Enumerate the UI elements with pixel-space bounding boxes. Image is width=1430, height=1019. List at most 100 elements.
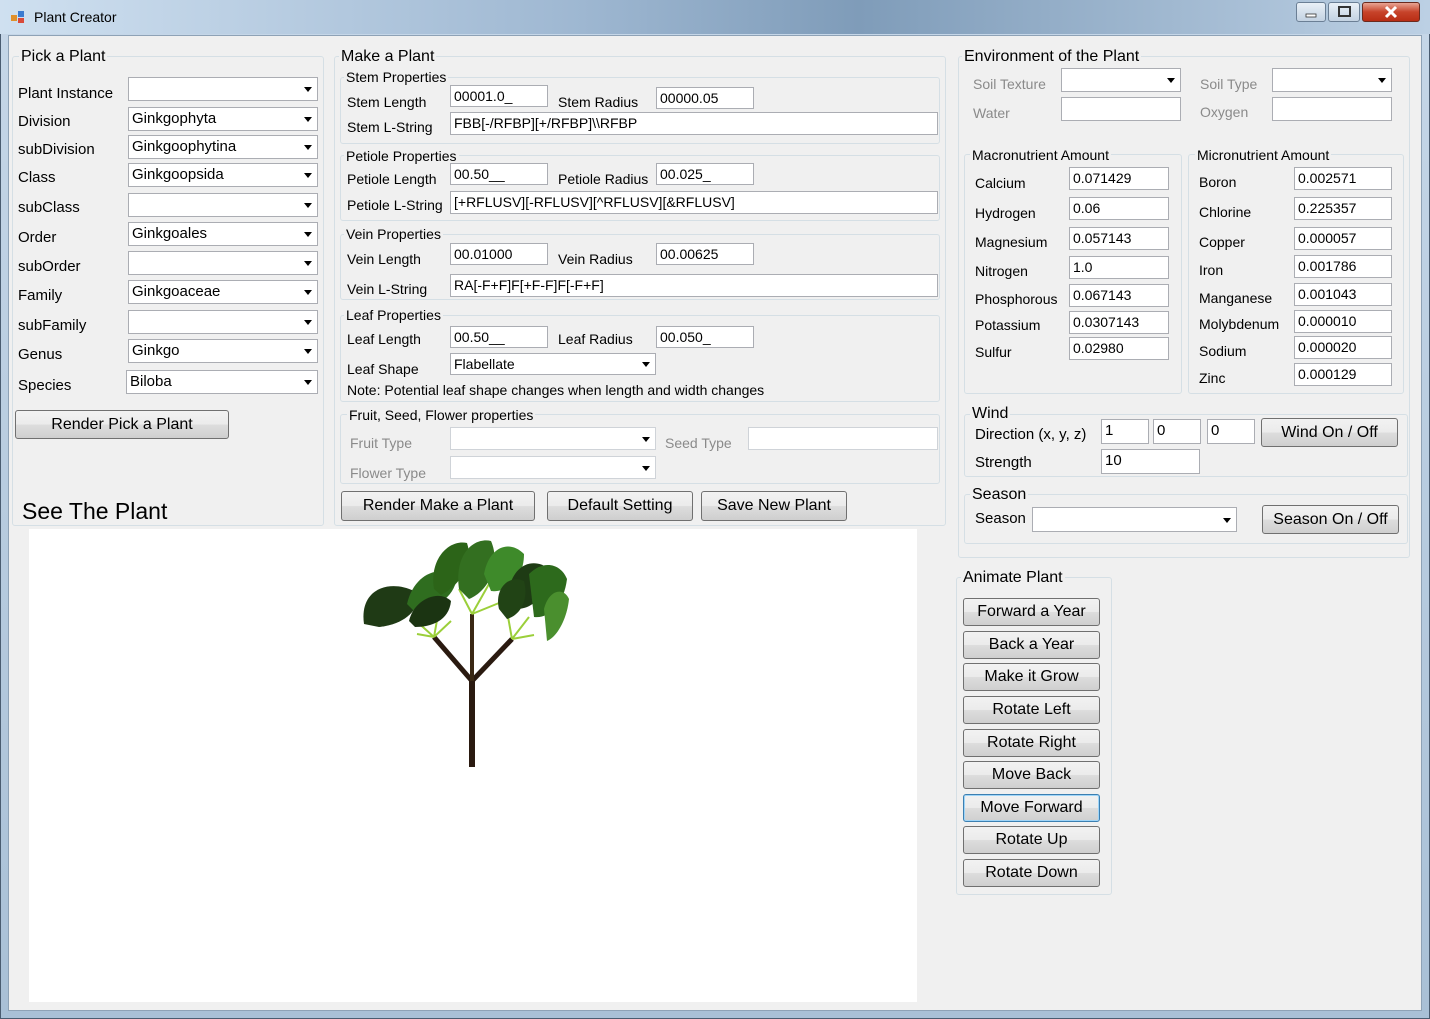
sodium-input[interactable]: 0.000020 [1294, 336, 1392, 359]
window-title: Plant Creator [34, 9, 117, 25]
back-a-year-button[interactable]: Back a Year [963, 631, 1100, 659]
fruit-type-select[interactable] [450, 427, 656, 450]
sulfur-input[interactable]: 0.02980 [1069, 337, 1169, 360]
vein-length-input[interactable]: 00.01000 [450, 243, 548, 265]
magnesium-input[interactable]: 0.057143 [1069, 227, 1169, 250]
family-select[interactable]: Ginkgoaceae [128, 280, 318, 304]
plant-instance-select[interactable] [128, 77, 318, 101]
stem-radius-label: Stem Radius [558, 94, 639, 110]
genus-select[interactable]: Ginkgo [128, 339, 318, 363]
potassium-input[interactable]: 0.0307143 [1069, 311, 1169, 334]
wind-toggle-button[interactable]: Wind On / Off [1261, 418, 1398, 447]
wind-direction-label: Direction (x, y, z) [975, 426, 1087, 443]
stem-lstring-input[interactable]: FBB[-/RFBP][+/RFBP]\\RFBP [450, 112, 938, 135]
dropdown-arrow-icon [304, 349, 312, 354]
water-input[interactable] [1061, 97, 1181, 121]
plant-render [363, 540, 569, 767]
stem-length-label: Stem Length [347, 94, 427, 110]
species-select[interactable]: Biloba [126, 370, 318, 394]
move-forward-button[interactable]: Move Forward [963, 794, 1100, 822]
close-button[interactable] [1362, 2, 1420, 22]
oxygen-input[interactable] [1272, 97, 1392, 121]
season-toggle-button[interactable]: Season On / Off [1262, 505, 1399, 534]
soil-texture-select[interactable] [1061, 68, 1181, 92]
minimize-icon [1305, 13, 1317, 18]
petiole-length-input[interactable]: 00.50__ [450, 163, 548, 185]
default-setting-button[interactable]: Default Setting [547, 491, 693, 521]
dropdown-arrow-icon [1167, 78, 1175, 83]
render-make-a-plant-button[interactable]: Render Make a Plant [341, 491, 535, 521]
leaf-length-input[interactable]: 00.50__ [450, 326, 548, 348]
wind-x-input[interactable]: 1 [1101, 419, 1149, 444]
class-select[interactable]: Ginkgoopsida [128, 163, 318, 187]
magnesium-label: Magnesium [975, 234, 1048, 250]
subfamily-label: subFamily [18, 317, 87, 334]
chlorine-input[interactable]: 0.225357 [1294, 197, 1392, 220]
wind-strength-input[interactable]: 10 [1101, 449, 1200, 474]
nitrogen-input[interactable]: 1.0 [1069, 256, 1169, 279]
manganese-input[interactable]: 0.001043 [1294, 283, 1392, 306]
stem-length-input[interactable]: 00001.0_ [450, 85, 548, 107]
seed-type-input[interactable] [748, 427, 938, 450]
maximize-button[interactable] [1328, 2, 1360, 22]
micronutrient-title: Micronutrient Amount [1195, 147, 1332, 163]
copper-label: Copper [1199, 234, 1245, 250]
manganese-label: Manganese [1199, 290, 1273, 306]
rotate-down-button[interactable]: Rotate Down [963, 859, 1100, 887]
rotate-up-button[interactable]: Rotate Up [963, 826, 1100, 854]
boron-input[interactable]: 0.002571 [1294, 167, 1392, 190]
petiole-lstring-input[interactable]: [+RFLUSV][-RFLUSV][^RFLUSV][&RFLUSV] [450, 191, 938, 214]
leaf-shape-select[interactable]: Flabellate [450, 353, 656, 375]
order-label: Order [18, 229, 57, 246]
hydrogen-input[interactable]: 0.06 [1069, 197, 1169, 220]
dropdown-arrow-icon [304, 173, 312, 178]
season-select[interactable] [1032, 507, 1237, 532]
make-it-grow-button[interactable]: Make it Grow [963, 663, 1100, 691]
molybdenum-input[interactable]: 0.000010 [1294, 310, 1392, 333]
vein-radius-input[interactable]: 00.00625 [656, 243, 754, 265]
soil-type-select[interactable] [1272, 68, 1392, 92]
dropdown-arrow-icon [304, 320, 312, 325]
wind-strength-label: Strength [975, 454, 1032, 471]
subfamily-select[interactable] [128, 310, 318, 334]
family-label: Family [18, 287, 63, 304]
macronutrient-title: Macronutrient Amount [970, 147, 1111, 163]
dropdown-arrow-icon [304, 261, 312, 266]
suborder-select[interactable] [128, 251, 318, 275]
vein-lstring-input[interactable]: RA[-F+F]F[+F-F]F[-F+F] [450, 274, 938, 297]
order-select[interactable]: Ginkgoales [128, 222, 318, 246]
render-pick-a-plant-button[interactable]: Render Pick a Plant [15, 410, 229, 439]
title-bar[interactable] [0, 0, 1430, 34]
leaf-radius-input[interactable]: 00.050_ [656, 326, 754, 348]
division-select[interactable]: Ginkgophyta [128, 107, 318, 131]
subdivision-select[interactable]: Ginkgoophytina [128, 135, 318, 159]
zinc-input[interactable]: 0.000129 [1294, 363, 1392, 386]
copper-input[interactable]: 0.000057 [1294, 227, 1392, 250]
rotate-right-button[interactable]: Rotate Right [963, 729, 1100, 757]
wind-y-input[interactable]: 0 [1153, 419, 1201, 444]
save-new-plant-button[interactable]: Save New Plant [701, 491, 847, 521]
flower-type-select[interactable] [450, 456, 656, 479]
stem-properties-title: Stem Properties [344, 69, 449, 85]
iron-input[interactable]: 0.001786 [1294, 255, 1392, 278]
make-a-plant-title: Make a Plant [339, 48, 437, 66]
dropdown-arrow-icon [1378, 78, 1386, 83]
plant-viewport[interactable] [29, 529, 917, 1002]
iron-label: Iron [1199, 262, 1224, 278]
vein-length-label: Vein Length [347, 251, 421, 267]
rotate-left-button[interactable]: Rotate Left [963, 696, 1100, 724]
phosphorous-input[interactable]: 0.067143 [1069, 284, 1169, 307]
minimize-button[interactable] [1296, 2, 1326, 22]
close-icon [1384, 5, 1398, 19]
stem-radius-input[interactable]: 00000.05 [656, 87, 754, 109]
water-label: Water [973, 105, 1010, 121]
forward-a-year-button[interactable]: Forward a Year [963, 598, 1100, 626]
wind-z-input[interactable]: 0 [1207, 419, 1255, 444]
subclass-select[interactable] [128, 193, 318, 217]
move-back-button[interactable]: Move Back [963, 761, 1100, 789]
app-icon [11, 11, 24, 23]
dropdown-arrow-icon [304, 290, 312, 295]
petiole-radius-input[interactable]: 00.025_ [656, 163, 754, 185]
calcium-input[interactable]: 0.071429 [1069, 167, 1169, 190]
leaf-radius-label: Leaf Radius [558, 331, 633, 347]
